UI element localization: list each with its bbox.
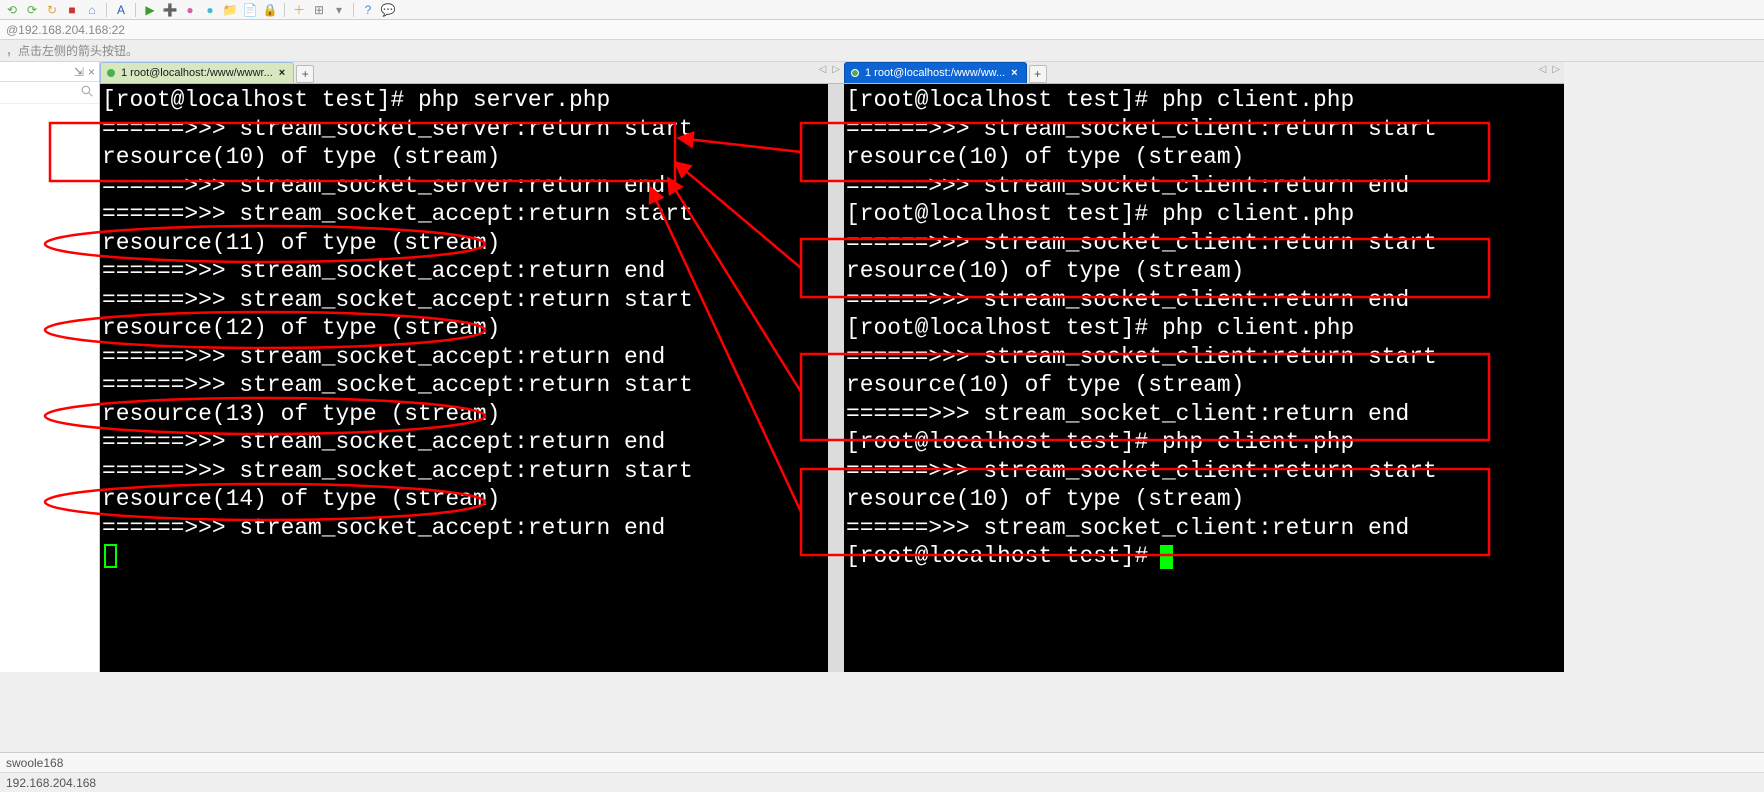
cyan-icon[interactable]: ● — [202, 2, 218, 18]
refresh-icon[interactable]: ↻ — [44, 2, 60, 18]
tab-prev-icon[interactable]: ◁ — [819, 64, 827, 75]
terminal-output-client[interactable]: [root@localhost test]# php client.php ==… — [844, 84, 1564, 672]
status-host: 192.168.204.168 — [0, 772, 1764, 792]
main-area: ⇲ × 1 root@localhost:/www/wwwr... × + ◁ … — [0, 62, 1764, 672]
status-dot-icon — [851, 69, 859, 77]
folder-icon[interactable]: 📁 — [222, 2, 238, 18]
tab-nav-left: ◁ ▷ — [819, 64, 840, 75]
tab-close-icon[interactable]: × — [279, 67, 285, 79]
statusbar: swoole168 192.168.204.168 — [0, 752, 1764, 792]
tab-prev-icon[interactable]: ◁ — [1539, 64, 1547, 75]
tabstrip-right: 1 root@localhost:/www/ww... × + ◁ ▷ — [844, 62, 1564, 84]
tab-next-icon[interactable]: ▷ — [832, 64, 840, 75]
tab-add-button[interactable]: + — [296, 65, 314, 83]
hint-banner: ，点击左侧的箭头按钮。 — [0, 40, 1764, 62]
cursor-icon — [1160, 545, 1173, 569]
forward-icon[interactable]: ⟳ — [24, 2, 40, 18]
lock-icon[interactable]: 🔒 — [262, 2, 278, 18]
stop-icon[interactable]: ■ — [64, 2, 80, 18]
plus-green-icon[interactable]: ➕ — [162, 2, 178, 18]
font-icon[interactable]: A — [113, 2, 129, 18]
pink-icon[interactable]: ● — [182, 2, 198, 18]
status-session-name[interactable]: swoole168 — [0, 752, 1764, 772]
status-dot-icon — [107, 69, 115, 77]
tab-next-icon[interactable]: ▷ — [1552, 64, 1560, 75]
help-icon[interactable]: ? — [360, 2, 376, 18]
chevron-down-icon[interactable]: ▾ — [331, 2, 347, 18]
play-icon[interactable]: ▶ — [142, 2, 158, 18]
search-icon[interactable] — [81, 85, 93, 100]
grid-icon[interactable]: ⊞ — [311, 2, 327, 18]
tab-client[interactable]: 1 root@localhost:/www/ww... × — [844, 62, 1027, 83]
tab-label: 1 root@localhost:/www/wwwr... — [121, 67, 273, 79]
doc-icon[interactable]: 📄 — [242, 2, 258, 18]
tab-nav-right: ◁ ▷ — [1539, 64, 1560, 75]
pin-icon[interactable]: ⇲ — [74, 65, 84, 79]
tabstrip-left: 1 root@localhost:/www/wwwr... × + ◁ ▷ — [100, 62, 844, 84]
tab-close-icon[interactable]: × — [1011, 67, 1017, 79]
close-icon[interactable]: × — [88, 65, 95, 79]
side-panel-header: ⇲ × — [0, 62, 99, 82]
add-icon[interactable]: ＋ — [291, 2, 307, 18]
side-panel: ⇲ × — [0, 62, 100, 672]
terminal-output-server[interactable]: [root@localhost test]# php server.php ==… — [100, 84, 844, 672]
terminal-pane-client: 1 root@localhost:/www/ww... × + ◁ ▷ [roo… — [844, 62, 1564, 672]
side-search-row — [0, 82, 99, 104]
app-toolbar: ⟲⟳↻■⌂A▶➕●●📁📄🔒＋⊞▾?💬 — [0, 0, 1764, 20]
back-icon[interactable]: ⟲ — [4, 2, 20, 18]
tab-add-button[interactable]: + — [1029, 65, 1047, 83]
chat-icon[interactable]: 💬 — [380, 2, 396, 18]
terminal-pane-server: 1 root@localhost:/www/wwwr... × + ◁ ▷ [r… — [100, 62, 844, 672]
cursor-icon — [104, 544, 117, 568]
home-icon[interactable]: ⌂ — [84, 2, 100, 18]
tab-label: 1 root@localhost:/www/ww... — [865, 67, 1005, 79]
tab-server[interactable]: 1 root@localhost:/www/wwwr... × — [100, 62, 294, 83]
session-address: @192.168.204.168:22 — [0, 20, 1764, 40]
